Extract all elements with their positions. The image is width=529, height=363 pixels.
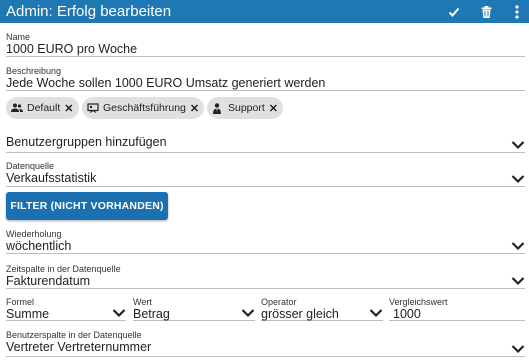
- chevron-down-icon[interactable]: [241, 307, 255, 319]
- name-value: 1000 EURO pro Woche: [6, 42, 138, 56]
- datenquelle-label: Datenquelle: [6, 161, 55, 171]
- zeitspalte-label: Zeitspalte in der Datenquelle: [6, 264, 121, 274]
- check-icon[interactable]: [446, 4, 462, 20]
- operator-select[interactable]: Operator grösser gleich: [261, 297, 383, 321]
- wert-label: Wert: [133, 297, 152, 307]
- chip-label: Default: [27, 102, 61, 114]
- benutzergruppen-input[interactable]: Benutzergruppen hinzufügen: [6, 135, 525, 153]
- chip-support: Support ✕: [207, 97, 283, 119]
- name-field[interactable]: Name 1000 EURO pro Woche: [6, 32, 525, 57]
- benutzergruppen-placeholder: Benutzergruppen hinzufügen: [6, 135, 167, 149]
- chevron-down-icon[interactable]: [511, 173, 525, 185]
- group-icon: [11, 102, 23, 114]
- zeitspalte-select[interactable]: Zeitspalte in der Datenquelle Fakturenda…: [6, 264, 525, 289]
- trash-icon[interactable]: [478, 4, 494, 20]
- chevron-down-icon[interactable]: [369, 307, 383, 319]
- chip-remove-icon[interactable]: ✕: [190, 102, 199, 115]
- formel-select[interactable]: Formel Summe: [6, 297, 126, 321]
- chip-remove-icon[interactable]: ✕: [64, 102, 73, 115]
- wiederholung-select[interactable]: Wiederholung wöchentlich: [6, 229, 525, 254]
- benutzerspalte-label: Benutzerspalte in der Datenquelle: [6, 330, 142, 340]
- wert-value: Betrag: [133, 307, 170, 321]
- chip-geschaeftsfuehrung: Geschäftsführung ✕: [82, 97, 205, 119]
- kebab-menu-icon[interactable]: [509, 4, 525, 20]
- vergleichswert-input[interactable]: Vergleichswert 1000: [389, 297, 525, 321]
- beschreibung-field[interactable]: Beschreibung Jede Woche sollen 1000 EURO…: [6, 66, 525, 91]
- chevron-down-icon[interactable]: [511, 343, 525, 355]
- chip-label: Geschäftsführung: [103, 102, 186, 114]
- chip-remove-icon[interactable]: ✕: [269, 102, 278, 115]
- chip-default: Default ✕: [6, 97, 79, 119]
- beschreibung-label: Beschreibung: [6, 66, 62, 76]
- chevron-down-icon[interactable]: [511, 275, 525, 287]
- user-tie-icon: [212, 102, 224, 114]
- filter-button[interactable]: FILTER (NICHT VORHANDEN): [6, 192, 168, 220]
- benutzerspalte-value: Vertreter Vertreternummer: [6, 340, 152, 354]
- wiederholung-value: wöchentlich: [6, 239, 72, 253]
- title-bar: Admin: Erfolg bearbeiten: [0, 0, 529, 23]
- datenquelle-value: Verkaufsstatistik: [6, 171, 97, 185]
- datenquelle-select[interactable]: Datenquelle Verkaufsstatistik: [6, 161, 525, 187]
- vergleichswert-value: 1000: [393, 307, 421, 321]
- wiederholung-label: Wiederholung: [6, 229, 62, 239]
- vergleichswert-label: Vergleichswert: [389, 297, 448, 307]
- beschreibung-value: Jede Woche sollen 1000 EURO Umsatz gener…: [6, 76, 326, 90]
- chip-label: Support: [228, 102, 265, 114]
- chalkboard-icon: [87, 102, 99, 114]
- name-label: Name: [6, 32, 31, 42]
- operator-value: grösser gleich: [261, 307, 339, 321]
- formel-label: Formel: [6, 297, 35, 307]
- formel-value: Summe: [6, 307, 50, 321]
- zeitspalte-value: Fakturendatum: [6, 274, 91, 288]
- chevron-down-icon[interactable]: [112, 307, 126, 319]
- operator-label: Operator: [261, 297, 297, 307]
- benutzerspalte-select[interactable]: Benutzerspalte in der Datenquelle Vertre…: [6, 330, 525, 357]
- chevron-down-icon[interactable]: [511, 240, 525, 252]
- wert-select[interactable]: Wert Betrag: [133, 297, 255, 321]
- chevron-down-icon[interactable]: [511, 139, 525, 151]
